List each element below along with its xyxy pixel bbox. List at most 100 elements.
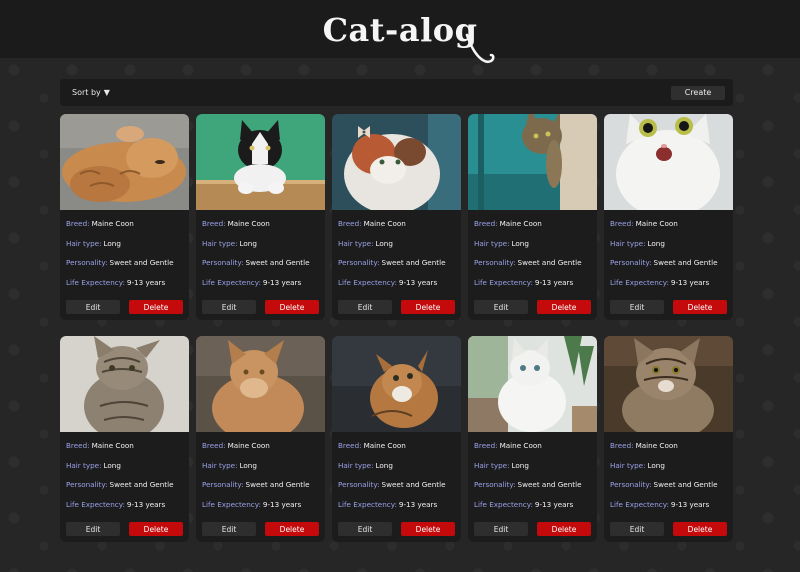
delete-button[interactable]: Delete [673, 522, 727, 536]
delete-button[interactable]: Delete [401, 300, 455, 314]
edit-button[interactable]: Edit [66, 522, 120, 536]
edit-button[interactable]: Edit [338, 522, 392, 536]
delete-button[interactable]: Delete [537, 522, 591, 536]
personality-label: Personality: [66, 480, 108, 489]
breed-label: Breed: [610, 441, 634, 450]
life-expectancy-label: Life Expectency: [202, 277, 261, 287]
life-expectancy-value: 9-13 years [534, 499, 574, 509]
hair-type-value: Long [511, 238, 529, 248]
edit-button[interactable]: Edit [610, 300, 664, 314]
breed-value: Maine Coon [363, 441, 406, 450]
edit-button[interactable]: Edit [610, 522, 664, 536]
cat-card: Breed: Maine Coon Hair type: Long Personal… [332, 336, 461, 542]
hair-type-value: Long [103, 460, 121, 470]
life-expectancy-label: Life Expectency: [66, 277, 125, 287]
edit-button[interactable]: Edit [66, 300, 120, 314]
life-expectancy-label: Life Expectency: [474, 499, 533, 509]
edit-button[interactable]: Edit [338, 300, 392, 314]
life-expectancy-value: 9-13 years [126, 277, 166, 287]
life-expectancy-label: Life Expectency: [66, 499, 125, 509]
personality-value: Sweet and Gentle [381, 480, 446, 489]
personality-label: Personality: [610, 480, 652, 489]
hair-type-value: Long [647, 238, 665, 248]
personality-label: Personality: [474, 480, 516, 489]
delete-button[interactable]: Delete [265, 300, 319, 314]
hair-type-value: Long [647, 460, 665, 470]
hair-type-label: Hair type: [474, 460, 510, 470]
life-expectancy-value: 9-13 years [398, 499, 438, 509]
cat-photo [468, 114, 597, 210]
hair-type-value: Long [103, 238, 121, 248]
hair-type-label: Hair type: [338, 460, 374, 470]
personality-value: Sweet and Gentle [245, 258, 310, 267]
life-expectancy-label: Life Expectency: [338, 499, 397, 509]
hair-type-value: Long [239, 238, 257, 248]
edit-button[interactable]: Edit [202, 522, 256, 536]
cat-card: Breed: Maine Coon Hair type: Long Personal… [196, 336, 325, 542]
breed-label: Breed: [202, 219, 226, 228]
app-logo: Cat-alog [323, 11, 495, 64]
delete-button[interactable]: Delete [129, 522, 183, 536]
breed-label: Breed: [66, 441, 90, 450]
life-expectancy-value: 9-13 years [670, 277, 710, 287]
life-expectancy-label: Life Expectency: [338, 277, 397, 287]
cat-card: Breed: Maine Coon Hair type: Long Personal… [468, 114, 597, 320]
hair-type-label: Hair type: [66, 460, 102, 470]
breed-value: Maine Coon [91, 219, 134, 228]
breed-label: Breed: [474, 441, 498, 450]
personality-label: Personality: [338, 480, 380, 489]
cat-card: Breed: Maine Coon Hair type: Long Personal… [196, 114, 325, 320]
toolbar: Sort by ▼ Create [60, 79, 733, 106]
life-expectancy-value: 9-13 years [262, 277, 302, 287]
breed-label: Breed: [202, 441, 226, 450]
personality-value: Sweet and Gentle [517, 258, 582, 267]
hair-type-label: Hair type: [338, 238, 374, 248]
life-expectancy-value: 9-13 years [398, 277, 438, 287]
delete-button[interactable]: Delete [673, 300, 727, 314]
cat-card-grid: Breed: Maine Coon Hair type: Long Personal… [60, 114, 733, 542]
edit-button[interactable]: Edit [202, 300, 256, 314]
life-expectancy-value: 9-13 years [262, 499, 302, 509]
edit-button[interactable]: Edit [474, 522, 528, 536]
personality-label: Personality: [338, 258, 380, 267]
edit-button[interactable]: Edit [474, 300, 528, 314]
cat-card: Breed: Maine Coon Hair type: Long Personal… [604, 114, 733, 320]
hair-type-label: Hair type: [202, 238, 238, 248]
delete-button[interactable]: Delete [129, 300, 183, 314]
create-button[interactable]: Create [671, 85, 725, 100]
breed-label: Breed: [66, 219, 90, 228]
hair-type-value: Long [375, 238, 393, 248]
breed-label: Breed: [338, 219, 362, 228]
cat-card: Breed: Maine Coon Hair type: Long Personal… [604, 336, 733, 542]
delete-button[interactable]: Delete [401, 522, 455, 536]
sort-by-button[interactable]: Sort by ▼ [72, 88, 110, 97]
personality-label: Personality: [202, 258, 244, 267]
hair-type-value: Long [375, 460, 393, 470]
personality-value: Sweet and Gentle [381, 258, 446, 267]
cat-tail-icon [465, 33, 495, 64]
cat-card: Breed: Maine Coon Hair type: Long Personal… [332, 114, 461, 320]
life-expectancy-label: Life Expectency: [202, 499, 261, 509]
breed-label: Breed: [610, 219, 634, 228]
hair-type-label: Hair type: [202, 460, 238, 470]
hair-type-label: Hair type: [66, 238, 102, 248]
life-expectancy-value: 9-13 years [670, 499, 710, 509]
hair-type-label: Hair type: [474, 238, 510, 248]
cat-card: Breed: Maine Coon Hair type: Long Personal… [468, 336, 597, 542]
cat-photo [196, 336, 325, 432]
cat-photo [604, 336, 733, 432]
personality-value: Sweet and Gentle [109, 480, 174, 489]
breed-value: Maine Coon [91, 441, 134, 450]
cat-photo [332, 114, 461, 210]
cat-photo [60, 114, 189, 210]
delete-button[interactable]: Delete [537, 300, 591, 314]
sort-label: Sort by [72, 88, 101, 97]
breed-value: Maine Coon [227, 219, 270, 228]
breed-value: Maine Coon [363, 219, 406, 228]
breed-value: Maine Coon [499, 219, 542, 228]
breed-value: Maine Coon [227, 441, 270, 450]
personality-value: Sweet and Gentle [653, 480, 718, 489]
delete-button[interactable]: Delete [265, 522, 319, 536]
cat-photo [60, 336, 189, 432]
personality-label: Personality: [610, 258, 652, 267]
